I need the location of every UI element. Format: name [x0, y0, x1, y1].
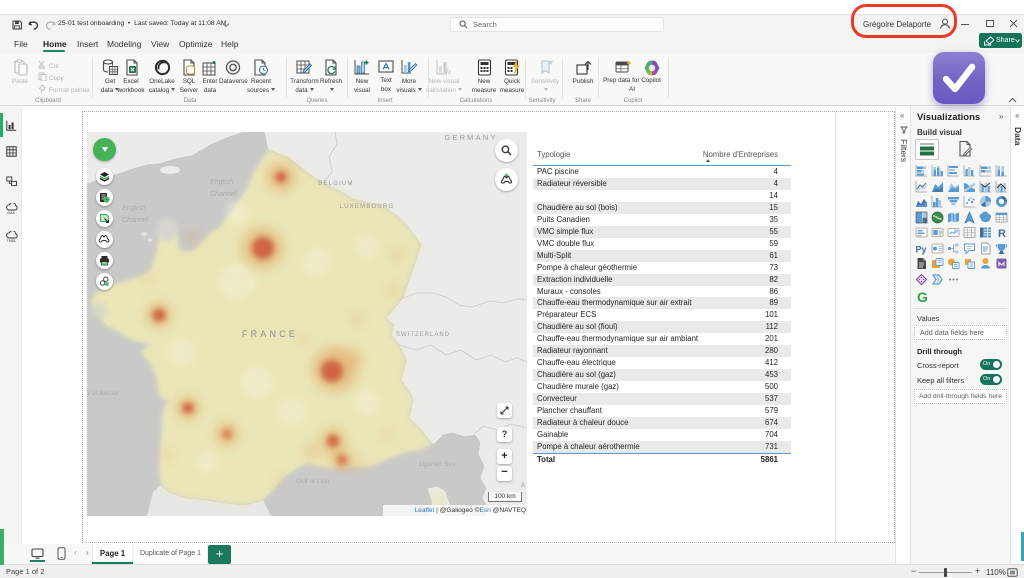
svg-text:SWITZERLAND: SWITZERLAND [395, 332, 449, 338]
svg-text:Gulf of Lion: Gulf of Lion [296, 478, 330, 485]
svg-text:GERMANY: GERMANY [444, 133, 497, 142]
svg-text:R: R [998, 228, 1006, 239]
svg-text:English: English [122, 205, 145, 212]
svg-text:Channel: Channel [122, 217, 149, 224]
svg-text:TMDL: TMDL [7, 239, 16, 243]
svg-text:Py: Py [916, 244, 927, 254]
svg-text:DAX: DAX [8, 211, 16, 215]
svg-text:y of Biscay: y of Biscay [87, 390, 119, 397]
svg-text:FRANCE: FRANCE [241, 329, 297, 339]
svg-text:BELGIUM: BELGIUM [318, 181, 353, 187]
svg-text:fx: fx [446, 68, 452, 76]
svg-text:A: A [521, 483, 525, 489]
svg-text:English: English [210, 179, 233, 186]
svg-text:LUXEMBOURG: LUXEMBOURG [339, 204, 394, 210]
svg-text:Channel: Channel [210, 191, 237, 198]
svg-text:Ligurian Sea: Ligurian Sea [419, 461, 456, 468]
